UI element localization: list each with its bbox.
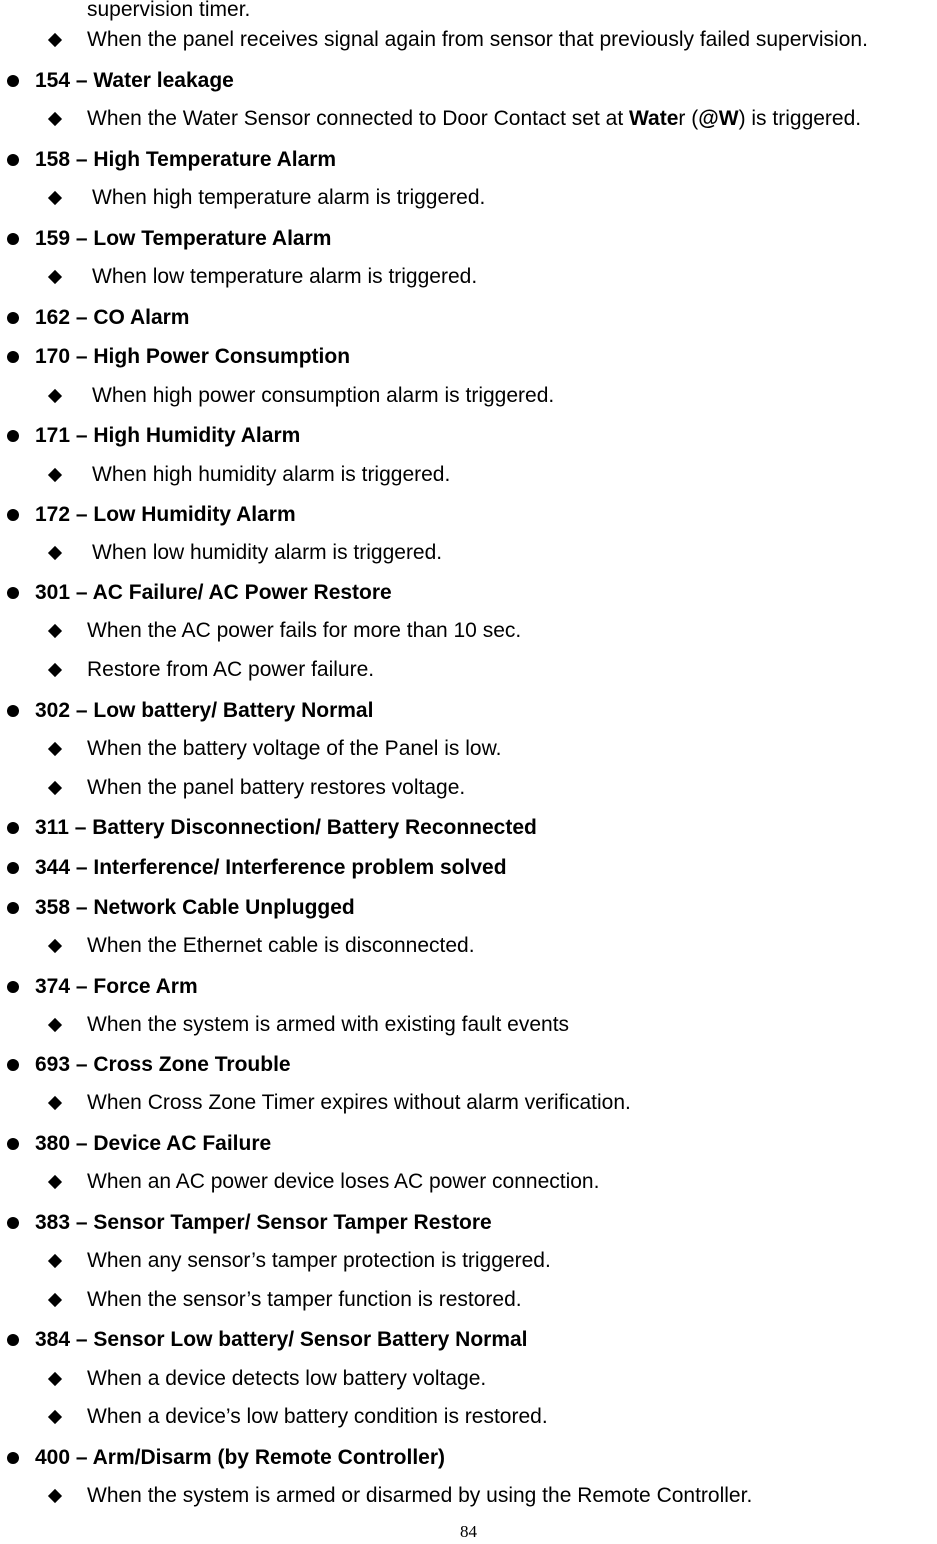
- bullet-icon: [7, 1452, 19, 1464]
- bullet-icon: [7, 509, 19, 521]
- event-description: When high temperature alarm is triggered…: [92, 186, 486, 209]
- event-description: When the panel receives signal again fro…: [87, 28, 868, 51]
- bullet-icon: [7, 154, 19, 166]
- bullet-icon: [7, 1059, 19, 1071]
- diamond-bullet-icon: [47, 741, 63, 757]
- event-description: When any sensor’s tamper protection is t…: [87, 1249, 551, 1272]
- event-heading: 172 – Low Humidity Alarm: [35, 503, 296, 526]
- event-heading: 154 – Water leakage: [35, 69, 234, 92]
- event-description: When the battery voltage of the Panel is…: [87, 737, 502, 760]
- diamond-bullet-icon: [47, 1095, 63, 1111]
- bullet-icon: [7, 902, 19, 914]
- event-description: When low humidity alarm is triggered.: [92, 541, 443, 564]
- event-heading: 302 – Low battery/ Battery Normal: [35, 699, 374, 722]
- event-heading: 159 – Low Temperature Alarm: [35, 227, 332, 250]
- event-heading: 358 – Network Cable Unplugged: [35, 896, 355, 919]
- description-part: Wate: [629, 107, 679, 130]
- event-heading: 162 – CO Alarm: [35, 306, 190, 329]
- event-heading: 170 – High Power Consumption: [35, 345, 351, 368]
- bullet-icon: [7, 822, 19, 834]
- description-part: @W: [698, 107, 739, 130]
- diamond-bullet-icon: [47, 623, 63, 639]
- diamond-bullet-icon: [47, 388, 63, 404]
- bullet-icon: [7, 75, 19, 87]
- event-heading: 400 – Arm/Disarm (by Remote Controller): [35, 1446, 446, 1469]
- event-description: When a device detects low battery voltag…: [87, 1367, 487, 1390]
- event-heading: 311 – Battery Disconnection/ Battery Rec…: [35, 816, 537, 839]
- event-heading: 344 – Interference/ Interference problem…: [35, 856, 507, 879]
- bullet-icon: [7, 862, 19, 874]
- event-description: When high power consumption alarm is tri…: [92, 384, 555, 407]
- event-description: When a device’s low battery condition is…: [87, 1405, 548, 1428]
- bullet-icon: [7, 1334, 19, 1346]
- event-description: When high humidity alarm is triggered.: [92, 463, 451, 486]
- bullet-icon: [7, 1138, 19, 1150]
- event-heading: 693 – Cross Zone Trouble: [35, 1053, 291, 1076]
- event-description: When the system is armed or disarmed by …: [87, 1484, 753, 1507]
- event-description: When Cross Zone Timer expires without al…: [87, 1091, 631, 1114]
- event-heading: 158 – High Temperature Alarm: [35, 148, 337, 171]
- event-heading: 380 – Device AC Failure: [35, 1132, 272, 1155]
- event-description: Restore from AC power failure.: [87, 658, 375, 681]
- diamond-bullet-icon: [47, 111, 63, 127]
- event-description: When low temperature alarm is triggered.: [92, 265, 478, 288]
- diamond-bullet-icon: [47, 1253, 63, 1269]
- event-description: When an AC power device loses AC power c…: [87, 1170, 600, 1193]
- diamond-bullet-icon: [47, 190, 63, 206]
- bullet-icon: [7, 587, 19, 599]
- bullet-icon: [7, 981, 19, 993]
- diamond-bullet-icon: [47, 938, 63, 954]
- continuation-text: supervision timer.: [87, 0, 251, 21]
- description-part: ) is triggered.: [738, 107, 862, 130]
- event-heading: 383 – Sensor Tamper/ Sensor Tamper Resto…: [35, 1211, 492, 1234]
- bullet-icon: [7, 430, 19, 442]
- diamond-bullet-icon: [47, 1371, 63, 1387]
- diamond-bullet-icon: [47, 780, 63, 796]
- event-description: When the sensor’s tamper function is res…: [87, 1288, 522, 1311]
- event-heading: 374 – Force Arm: [35, 975, 198, 998]
- bullet-icon: [7, 1217, 19, 1229]
- bullet-icon: [7, 351, 19, 363]
- event-description: When the Ethernet cable is disconnected.: [87, 934, 475, 957]
- event-description: When the AC power fails for more than 10…: [87, 619, 522, 642]
- diamond-bullet-icon: [47, 1409, 63, 1425]
- event-description: When the Water Sensor connected to Door …: [87, 107, 861, 131]
- diamond-bullet-icon: [47, 467, 63, 483]
- diamond-bullet-icon: [47, 32, 63, 48]
- event-heading: 171 – High Humidity Alarm: [35, 424, 301, 447]
- diamond-bullet-icon: [47, 545, 63, 561]
- diamond-bullet-icon: [47, 1292, 63, 1308]
- diamond-bullet-icon: [47, 1488, 63, 1504]
- diamond-bullet-icon: [47, 662, 63, 678]
- diamond-bullet-icon: [47, 1017, 63, 1033]
- event-heading: 301 – AC Failure/ AC Power Restore: [35, 581, 392, 604]
- diamond-bullet-icon: [47, 269, 63, 285]
- event-heading: 384 – Sensor Low battery/ Sensor Battery…: [35, 1328, 528, 1351]
- diamond-bullet-icon: [47, 1174, 63, 1190]
- event-description: When the panel battery restores voltage.: [87, 776, 466, 799]
- description-part: r (: [678, 107, 699, 130]
- bullet-icon: [7, 233, 19, 245]
- bullet-icon: [7, 312, 19, 324]
- bullet-icon: [7, 705, 19, 717]
- page-number: 84: [460, 1522, 477, 1541]
- description-part: When the Water Sensor connected to Door …: [87, 107, 630, 130]
- event-description: When the system is armed with existing f…: [87, 1013, 570, 1036]
